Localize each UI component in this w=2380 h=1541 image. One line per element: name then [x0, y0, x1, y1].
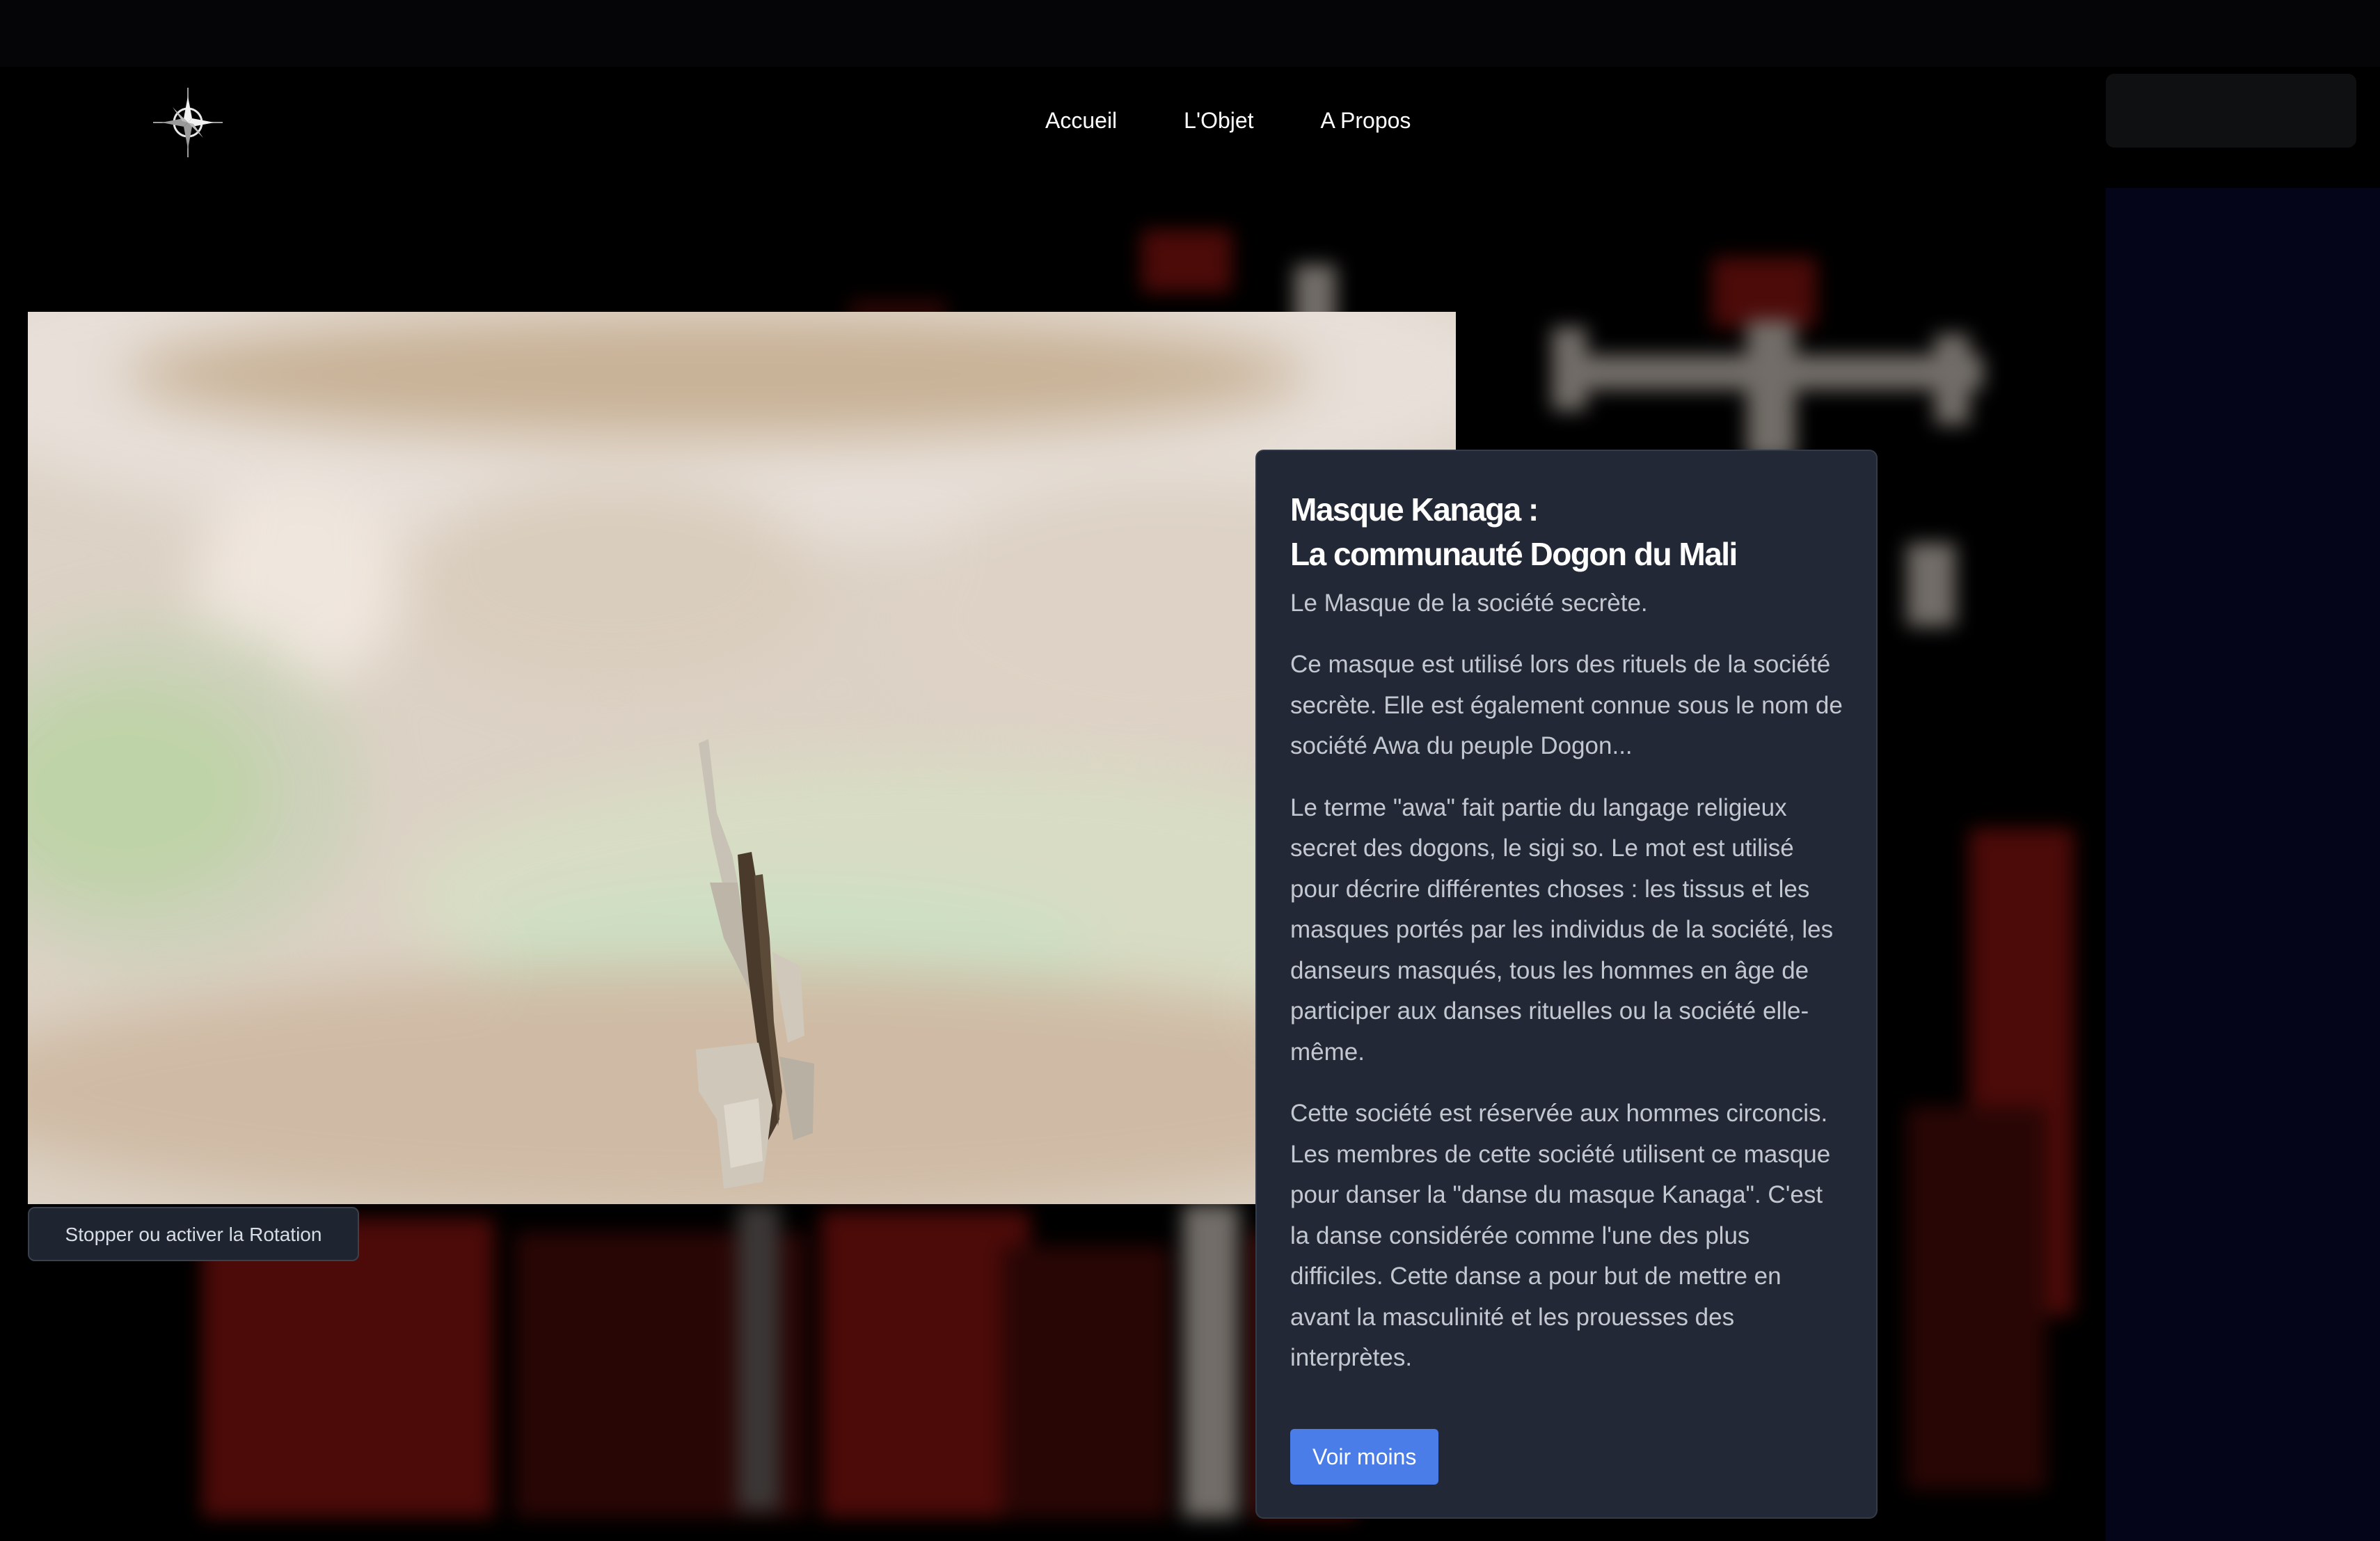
- kanaga-mask-3d-model[interactable]: [696, 729, 870, 1204]
- toggle-rotation-button[interactable]: Stopper ou activer la Rotation: [28, 1207, 359, 1261]
- card-paragraph-2: Le terme "awa" fait partie du langage re…: [1290, 793, 1834, 1066]
- info-card: Masque Kanaga : La communauté Dogon du M…: [1255, 450, 1878, 1519]
- card-subtitle: Le Masque de la société secrète.: [1290, 590, 1648, 617]
- compass-rose-icon[interactable]: [152, 86, 224, 159]
- card-paragraph-3: Cette société est réservée aux hommes ci…: [1290, 1100, 1831, 1371]
- nav-link-accueil[interactable]: Accueil: [1045, 103, 1117, 138]
- top-strip: [0, 0, 2380, 67]
- nav-link-a-propos[interactable]: A Propos: [1321, 103, 1411, 138]
- page: Accueil L'Objet A Propos Stopper ou acti…: [0, 0, 2380, 1541]
- main-nav: Accueil L'Objet A Propos: [1045, 103, 1411, 138]
- right-top-box: [2106, 74, 2356, 148]
- right-side-panel: [2106, 188, 2380, 1541]
- card-paragraph-1: Ce masque est utilisé lors des rituels d…: [1290, 651, 1843, 759]
- 3d-model-viewer[interactable]: [28, 312, 1456, 1204]
- show-less-button[interactable]: Voir moins: [1290, 1428, 1439, 1485]
- nav-link-objet[interactable]: L'Objet: [1184, 103, 1253, 138]
- card-title-line-1: Masque Kanaga :: [1290, 491, 1539, 528]
- card-title: Masque Kanaga : La communauté Dogon du M…: [1290, 487, 1843, 576]
- card-title-line-2: La communauté Dogon du Mali: [1290, 536, 1738, 572]
